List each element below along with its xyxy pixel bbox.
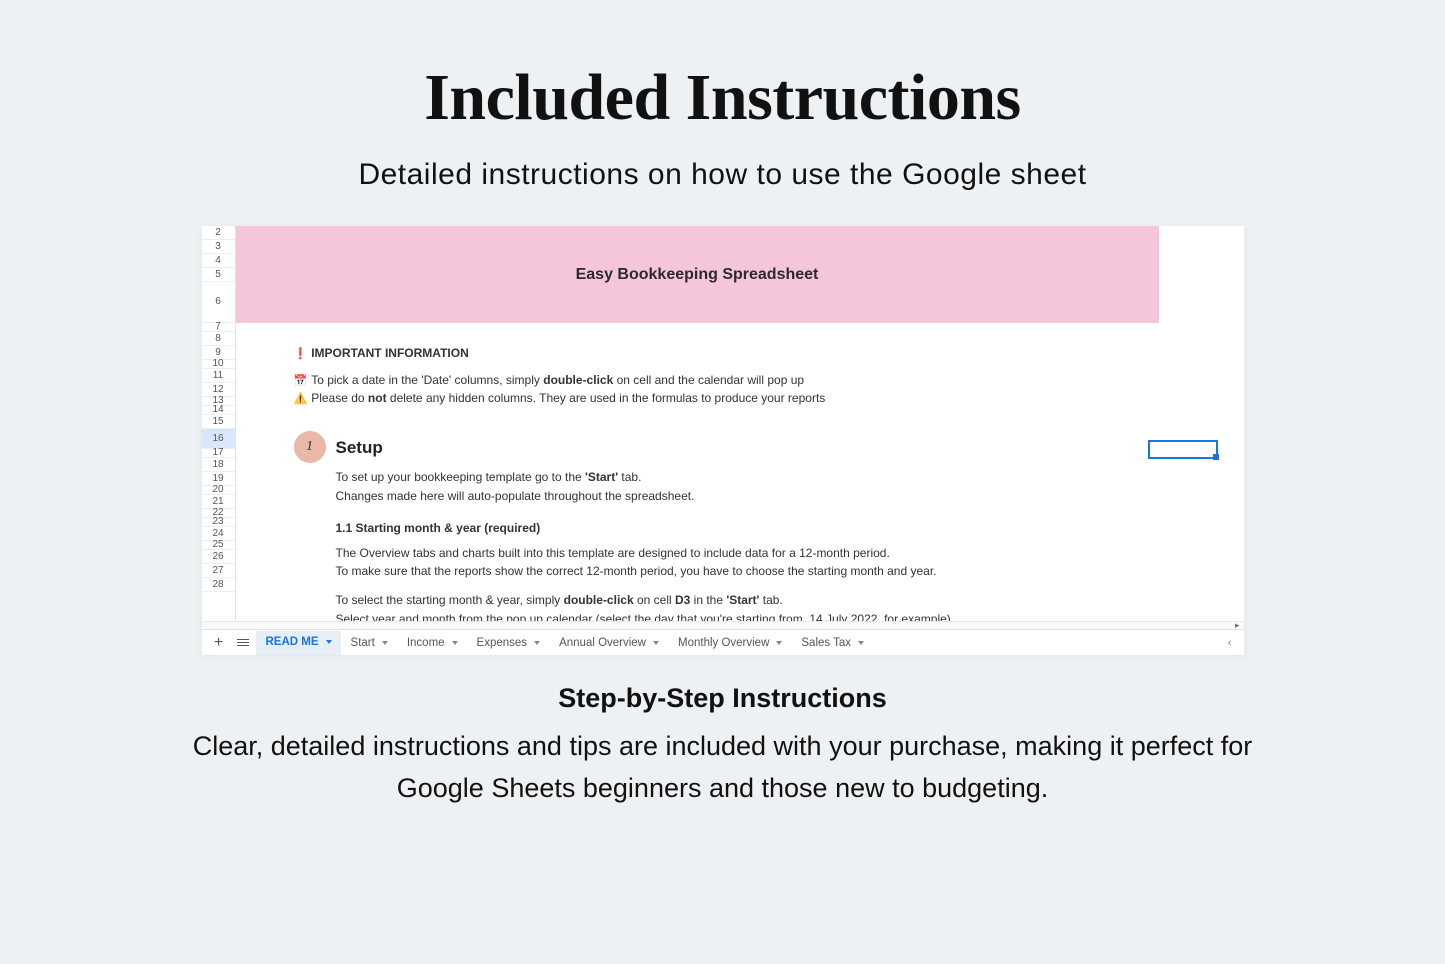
page-subtitle: Detailed instructions on how to use the … xyxy=(0,158,1445,192)
sheet-title: Easy Bookkeeping Spreadsheet xyxy=(576,266,819,284)
chevron-down-icon xyxy=(534,641,540,645)
sheet-tab-label: Monthly Overview xyxy=(678,637,769,649)
sheet-tab-annual-overview[interactable]: Annual Overview xyxy=(549,631,668,655)
row-number[interactable]: 26 xyxy=(202,550,235,564)
selected-cell-outline[interactable] xyxy=(1148,440,1218,459)
chevron-down-icon xyxy=(858,641,864,645)
spreadsheet-screenshot: 2345678910111213141516171819202122232425… xyxy=(202,226,1244,655)
row-number[interactable]: 23 xyxy=(202,518,235,527)
step-sub-heading: 1.1 Starting month & year (required) xyxy=(336,519,1136,538)
row-number[interactable]: 6 xyxy=(202,282,235,323)
horizontal-scrollbar[interactable]: ▸ xyxy=(202,621,1244,629)
row-number[interactable]: 25 xyxy=(202,541,235,550)
sheet-tab-read-me[interactable]: READ ME xyxy=(256,631,341,655)
row-number[interactable]: 15 xyxy=(202,415,235,429)
row-number-gutter: 2345678910111213141516171819202122232425… xyxy=(202,226,236,621)
step-body: To set up your bookkeeping template go t… xyxy=(336,468,1136,621)
sheet-tab-bar: + READ ME Start Income Expenses Annual Overv… xyxy=(202,629,1244,655)
sheet-tab-label: Annual Overview xyxy=(559,637,646,649)
row-number[interactable]: 20 xyxy=(202,486,235,495)
sheet-tab-start[interactable]: Start xyxy=(341,631,397,655)
sheet-tab-sales-tax[interactable]: Sales Tax xyxy=(791,631,873,655)
sheet-header-banner: Easy Bookkeeping Spreadsheet xyxy=(236,226,1159,323)
row-number[interactable]: 16 xyxy=(202,429,235,449)
sheet-tab-label: Sales Tax xyxy=(801,637,851,649)
row-number[interactable]: 5 xyxy=(202,268,235,282)
row-number[interactable]: 2 xyxy=(202,226,235,240)
calendar-icon: 📅 xyxy=(294,375,308,387)
chevron-down-icon xyxy=(326,640,332,644)
warning-icon: ⚠️ xyxy=(294,393,308,405)
step-number-badge: 1 xyxy=(294,431,326,463)
page-title: Included Instructions xyxy=(0,60,1445,136)
sheet-tab-label: Start xyxy=(351,637,375,649)
tab-scroll-right-icon[interactable]: ‹ xyxy=(1228,637,1238,649)
sheet-tab-income[interactable]: Income xyxy=(397,631,467,655)
sheet-tab-expenses[interactable]: Expenses xyxy=(467,631,550,655)
chevron-down-icon xyxy=(382,641,388,645)
menu-icon xyxy=(237,639,249,647)
row-number[interactable]: 27 xyxy=(202,564,235,578)
row-number[interactable]: 11 xyxy=(202,369,235,383)
important-heading: ❗IMPORTANT INFORMATION xyxy=(294,344,1114,363)
exclamation-icon: ❗ xyxy=(294,348,308,360)
sheet-tab-monthly-overview[interactable]: Monthly Overview xyxy=(668,631,791,655)
step-title: Setup xyxy=(336,438,383,458)
sheet-tab-label: READ ME xyxy=(266,636,319,648)
plus-icon: + xyxy=(214,634,223,652)
important-line-2: ⚠️Please do not delete any hidden column… xyxy=(294,389,1114,408)
row-number[interactable]: 10 xyxy=(202,360,235,369)
row-number[interactable]: 14 xyxy=(202,406,235,415)
row-number[interactable]: 18 xyxy=(202,458,235,472)
chevron-down-icon xyxy=(452,641,458,645)
row-number[interactable]: 8 xyxy=(202,332,235,346)
sheet-tab-label: Expenses xyxy=(477,637,528,649)
section-title: Step-by-Step Instructions xyxy=(0,683,1445,714)
important-line-1: 📅To pick a date in the 'Date' columns, s… xyxy=(294,371,1114,390)
row-number[interactable]: 3 xyxy=(202,240,235,254)
chevron-down-icon xyxy=(776,641,782,645)
row-number[interactable]: 28 xyxy=(202,578,235,592)
row-number[interactable]: 7 xyxy=(202,323,235,332)
sheet-tab-label: Income xyxy=(407,637,445,649)
row-number[interactable]: 4 xyxy=(202,254,235,268)
section-body: Clear, detailed instructions and tips ar… xyxy=(163,726,1283,810)
chevron-down-icon xyxy=(653,641,659,645)
sheet-content: Easy Bookkeeping Spreadsheet ❗IMPORTANT … xyxy=(236,226,1244,621)
scroll-right-icon[interactable]: ▸ xyxy=(1235,620,1240,631)
row-number[interactable]: 17 xyxy=(202,449,235,458)
all-sheets-button[interactable] xyxy=(232,633,254,653)
add-sheet-button[interactable]: + xyxy=(208,633,230,653)
